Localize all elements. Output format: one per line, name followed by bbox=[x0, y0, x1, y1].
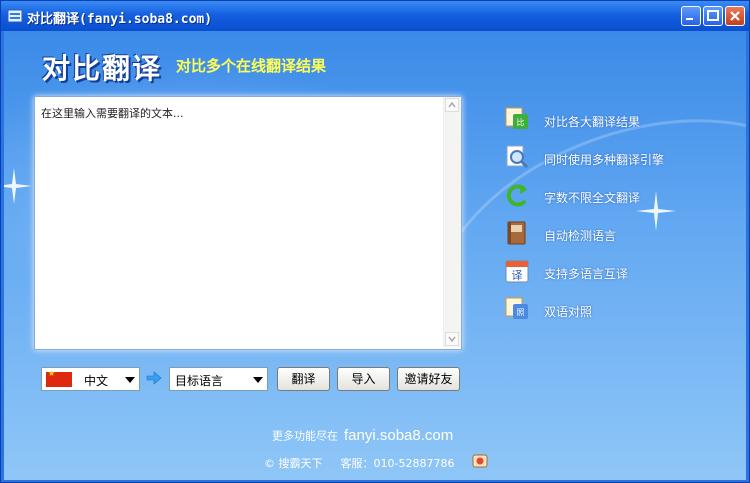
feature-item: 同时使用多种翻译引擎 bbox=[504, 144, 744, 174]
minimize-icon bbox=[686, 18, 693, 20]
compare-icon: 比 bbox=[505, 107, 528, 129]
feature-item: 照 双语对照 bbox=[504, 296, 744, 326]
source-text-input[interactable] bbox=[35, 97, 441, 347]
scroll-up-button[interactable] bbox=[445, 98, 459, 112]
maximize-icon bbox=[707, 10, 719, 21]
scroll-down-button[interactable] bbox=[445, 332, 459, 346]
minimize-button[interactable] bbox=[681, 6, 701, 26]
dropdown-arrow-icon bbox=[125, 377, 135, 383]
source-language-select[interactable]: 中文 bbox=[41, 367, 140, 391]
app-subtitle: 对比多个在线翻译结果 bbox=[176, 57, 327, 75]
customer-service-text: 客服：010-52887786 bbox=[340, 457, 455, 470]
source-language-value: 中文 bbox=[84, 374, 109, 388]
sparkle-icon bbox=[4, 168, 32, 204]
footer-info: © 搜霸天下 客服：010-52887786 bbox=[264, 455, 454, 471]
target-language-select[interactable]: 目标语言 bbox=[169, 367, 268, 391]
feature-label: 支持多语言互译 bbox=[544, 267, 629, 281]
app-title: 对比翻译 bbox=[42, 52, 163, 85]
close-icon bbox=[730, 11, 740, 21]
feature-label: 双语对照 bbox=[544, 305, 593, 319]
calendar-translate-icon: 译 bbox=[505, 260, 529, 283]
svg-text:比: 比 bbox=[517, 117, 525, 127]
chevron-down-icon bbox=[448, 336, 456, 343]
svg-text:照: 照 bbox=[517, 308, 525, 317]
feature-item: 字数不限全文翻译 bbox=[504, 182, 744, 212]
footer-promo: 更多功能尽在 fanyi.soba8.com bbox=[272, 427, 453, 444]
arrow-right-icon bbox=[146, 371, 162, 385]
feature-label: 自动检测语言 bbox=[544, 229, 617, 243]
close-button[interactable] bbox=[725, 6, 745, 26]
footer-url-link[interactable]: fanyi.soba8.com bbox=[344, 427, 453, 444]
chevron-up-icon bbox=[448, 101, 456, 108]
target-language-value: 目标语言 bbox=[175, 374, 224, 388]
import-button[interactable]: 导入 bbox=[337, 367, 390, 391]
maximize-button[interactable] bbox=[703, 6, 723, 26]
invite-friends-button[interactable]: 邀请好友 bbox=[397, 367, 460, 391]
main-panel: 对比翻译 对比多个在线翻译结果 比 对比各大翻译结果 bbox=[4, 31, 746, 480]
app-window: 对比翻译(fanyi.soba8.com) 对比翻译 对比多个在线翻译结果 在这… bbox=[0, 0, 750, 483]
dropdown-arrow-icon bbox=[253, 377, 263, 383]
book-icon bbox=[507, 221, 526, 245]
translate-button[interactable]: 翻译 bbox=[277, 367, 330, 391]
footer-more-label: 更多功能尽在 bbox=[272, 429, 338, 443]
feature-item: 译 支持多语言互译 bbox=[504, 258, 744, 288]
app-icon bbox=[7, 9, 23, 23]
title-bar[interactable]: 对比翻译(fanyi.soba8.com) bbox=[1, 1, 749, 31]
feature-label: 对比各大翻译结果 bbox=[544, 115, 641, 129]
vertical-scrollbar[interactable] bbox=[443, 97, 461, 347]
feature-label: 字数不限全文翻译 bbox=[544, 191, 641, 205]
feature-item: 比 对比各大翻译结果 bbox=[504, 106, 744, 136]
window-title: 对比翻译(fanyi.soba8.com) bbox=[27, 12, 213, 27]
support-icon[interactable] bbox=[472, 453, 488, 469]
source-text-area bbox=[34, 96, 462, 350]
svg-text:译: 译 bbox=[512, 269, 523, 282]
china-flag-icon bbox=[46, 369, 72, 387]
feature-label: 同时使用多种翻译引擎 bbox=[544, 153, 665, 167]
feature-item: 自动检测语言 bbox=[504, 220, 744, 250]
bilingual-icon: 照 bbox=[505, 297, 528, 319]
copyright-text: © 搜霸天下 bbox=[264, 457, 323, 470]
refresh-icon bbox=[506, 184, 527, 207]
magnifier-icon bbox=[506, 145, 529, 169]
